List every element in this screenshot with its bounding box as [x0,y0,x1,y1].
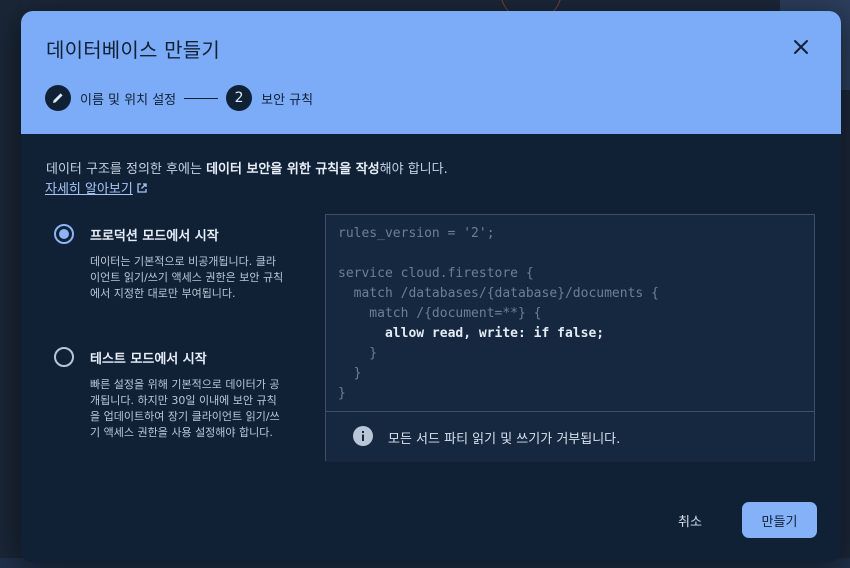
rules-code-line: } [338,346,378,361]
dialog-title: 데이터베이스 만들기 [46,38,220,62]
rules-code-line: allow read, write: if false; [338,326,605,341]
step-1-label: 이름 및 위치 설정 [80,92,177,108]
test-mode-radio[interactable] [54,347,74,367]
step-2-label: 보안 규칙 [261,92,314,108]
cancel-button[interactable]: 취소 [661,503,719,537]
step-2-indicator: 2 [226,85,253,111]
rules-info-bar: 모든 서드 파티 읽기 및 쓰기가 거부됩니다. [326,411,814,462]
rules-code: rules_version = '2'; service cloud.fires… [338,224,659,404]
intro-text-end: 해야 합니다. [379,162,448,177]
step-1-indicator [45,85,71,111]
learn-more-label: 자세히 알아보기 [45,182,133,197]
rules-code-line: rules_version = '2'; [338,226,495,241]
option-production-mode[interactable]: 프로덕션 모드에서 시작 데이터는 기본적으로 비공개됩니다. 클라이언트 읽기… [54,224,294,334]
security-rules-panel: rules_version = '2'; service cloud.fires… [325,214,815,462]
step-connector [184,97,219,99]
dialog-header: 데이터베이스 만들기 이름 및 위치 설정 2 보안 규칙 [21,11,841,134]
production-mode-radio[interactable] [54,224,74,244]
rules-code-line: match /{document=**} { [338,306,542,321]
create-button[interactable]: 만들기 [742,502,817,538]
production-mode-description: 데이터는 기본적으로 비공개됩니다. 클라이언트 읽기/쓰기 액세스 권한은 보… [90,255,284,300]
production-mode-label: 프로덕션 모드에서 시작 [90,229,219,244]
stepper: 이름 및 위치 설정 2 보안 규칙 [45,84,313,112]
learn-more-link[interactable]: 자세히 알아보기 [45,178,148,197]
rules-code-line: match /databases/{database}/documents { [338,286,659,301]
intro-text-bold: 데이터 보안을 위한 규칙을 작성 [206,162,380,177]
rules-code-line: } [338,366,362,381]
backdrop-left [0,0,22,568]
close-button[interactable] [787,33,815,61]
edit-icon [53,93,63,103]
intro-text-start: 데이터 구조를 정의한 후에는 [46,162,207,177]
close-icon [794,40,808,54]
rules-code-line: service cloud.firestore { [338,266,534,281]
rules-info-text: 모든 서드 파티 읽기 및 쓰기가 거부됩니다. [388,432,621,447]
test-mode-description: 빠른 설정을 위해 기본적으로 데이터가 공개됩니다. 하지만 30일 이내에 … [90,378,280,439]
test-mode-label: 테스트 모드에서 시작 [90,352,207,367]
info-icon [353,426,373,450]
intro-text: 데이터 구조를 정의한 후에는 데이터 보안을 위한 규칙을 작성해야 합니다. [46,158,448,177]
create-database-dialog: 데이터베이스 만들기 이름 및 위치 설정 2 보안 규칙 데이터 구조를 정의… [21,11,841,562]
option-test-mode[interactable]: 테스트 모드에서 시작 빠른 설정을 위해 기본적으로 데이터가 공개됩니다. … [54,347,294,467]
rules-code-line: } [338,386,346,401]
external-link-icon [136,182,148,194]
